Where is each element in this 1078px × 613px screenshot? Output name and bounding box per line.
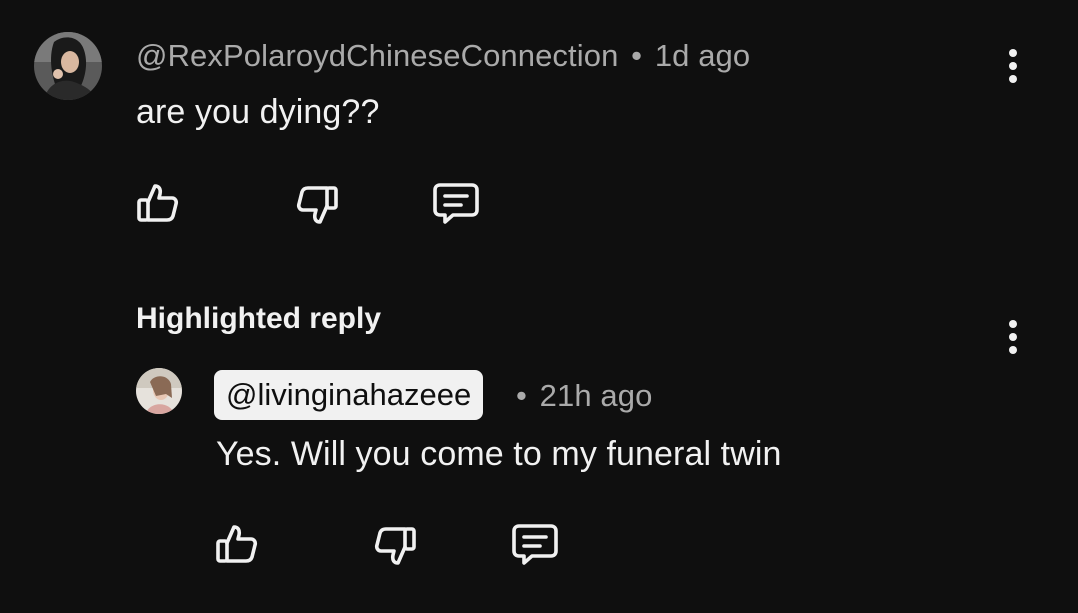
comment-dislike-button[interactable] — [289, 177, 345, 233]
reply-more-options-button[interactable] — [998, 311, 1028, 363]
comment-header: @RexPolaroydChineseConnection • 1d ago — [136, 38, 750, 74]
reply-comment-icon — [433, 183, 479, 224]
reply-reply-button[interactable] — [507, 516, 563, 572]
comment-like-button[interactable] — [130, 175, 186, 231]
dot — [1009, 346, 1017, 354]
dot — [1009, 320, 1017, 328]
dot — [1009, 75, 1017, 83]
reply-author-chip[interactable]: @livinginahazeee — [214, 370, 484, 420]
comment-thread: @RexPolaroydChineseConnection • 1d ago a… — [0, 0, 1078, 613]
dot — [1009, 333, 1017, 341]
thumbs-up-icon — [137, 184, 179, 222]
comment-reply-button[interactable] — [428, 175, 484, 231]
thumbs-down-icon — [296, 186, 338, 224]
thumbs-up-icon — [216, 525, 258, 563]
highlighted-reply-label: Highlighted reply — [136, 302, 382, 335]
reply-meta: • 21h ago — [516, 378, 652, 414]
reply-text: Yes. Will you come to my funeral twin — [216, 435, 782, 473]
thumbs-down-icon — [374, 527, 416, 565]
dot — [1009, 62, 1017, 70]
comment-more-options-button[interactable] — [998, 40, 1028, 92]
comment-separator: • — [631, 38, 643, 73]
reply-comment-icon — [512, 524, 558, 565]
commenter-avatar[interactable] — [34, 32, 102, 100]
replier-avatar[interactable] — [136, 368, 182, 414]
reply-author: @livinginahazeee — [226, 377, 472, 412]
reply-like-button[interactable] — [209, 516, 265, 572]
comment-author[interactable]: @RexPolaroydChineseConnection — [136, 38, 618, 73]
reply-time: 21h ago — [539, 378, 653, 413]
dot — [1009, 49, 1017, 57]
comment-time: 1d ago — [654, 38, 751, 73]
reply-separator: • — [516, 378, 527, 413]
comment-text: are you dying?? — [136, 93, 380, 131]
reply-dislike-button[interactable] — [367, 518, 423, 574]
